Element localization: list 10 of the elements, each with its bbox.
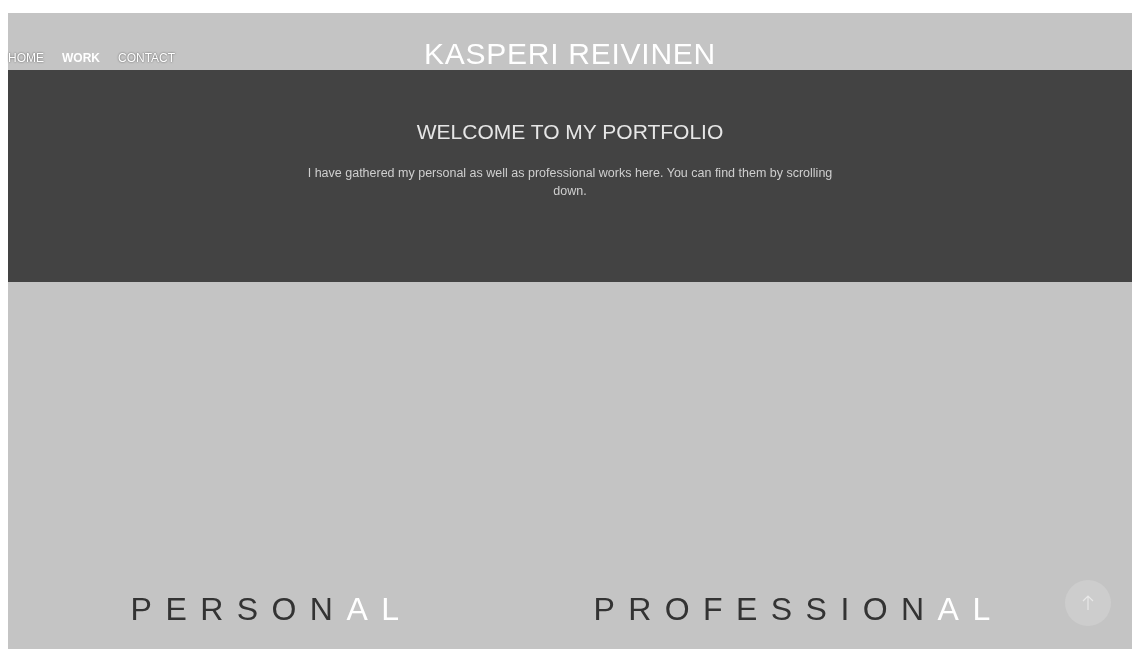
section-heading[interactable]: PERSON AL: [130, 589, 413, 629]
scroll-to-top-button[interactable]: [1065, 580, 1111, 626]
nav-link[interactable]: HOME: [8, 49, 44, 67]
nav-link[interactable]: WORK: [62, 49, 100, 67]
nav-link[interactable]: CONTACT: [118, 49, 176, 67]
welcome-text: I have gathered my personal as well as professional works here. You can find them by scrolling down.: [306, 164, 834, 200]
section-heading[interactable]: PROFESSION AL: [593, 589, 1004, 629]
arrow-up-icon: [1082, 595, 1094, 611]
site-title: KASPERI REIVINEN: [423, 38, 717, 70]
welcome-heading: WELCOME TO MY PORTFOLIO: [416, 119, 724, 145]
